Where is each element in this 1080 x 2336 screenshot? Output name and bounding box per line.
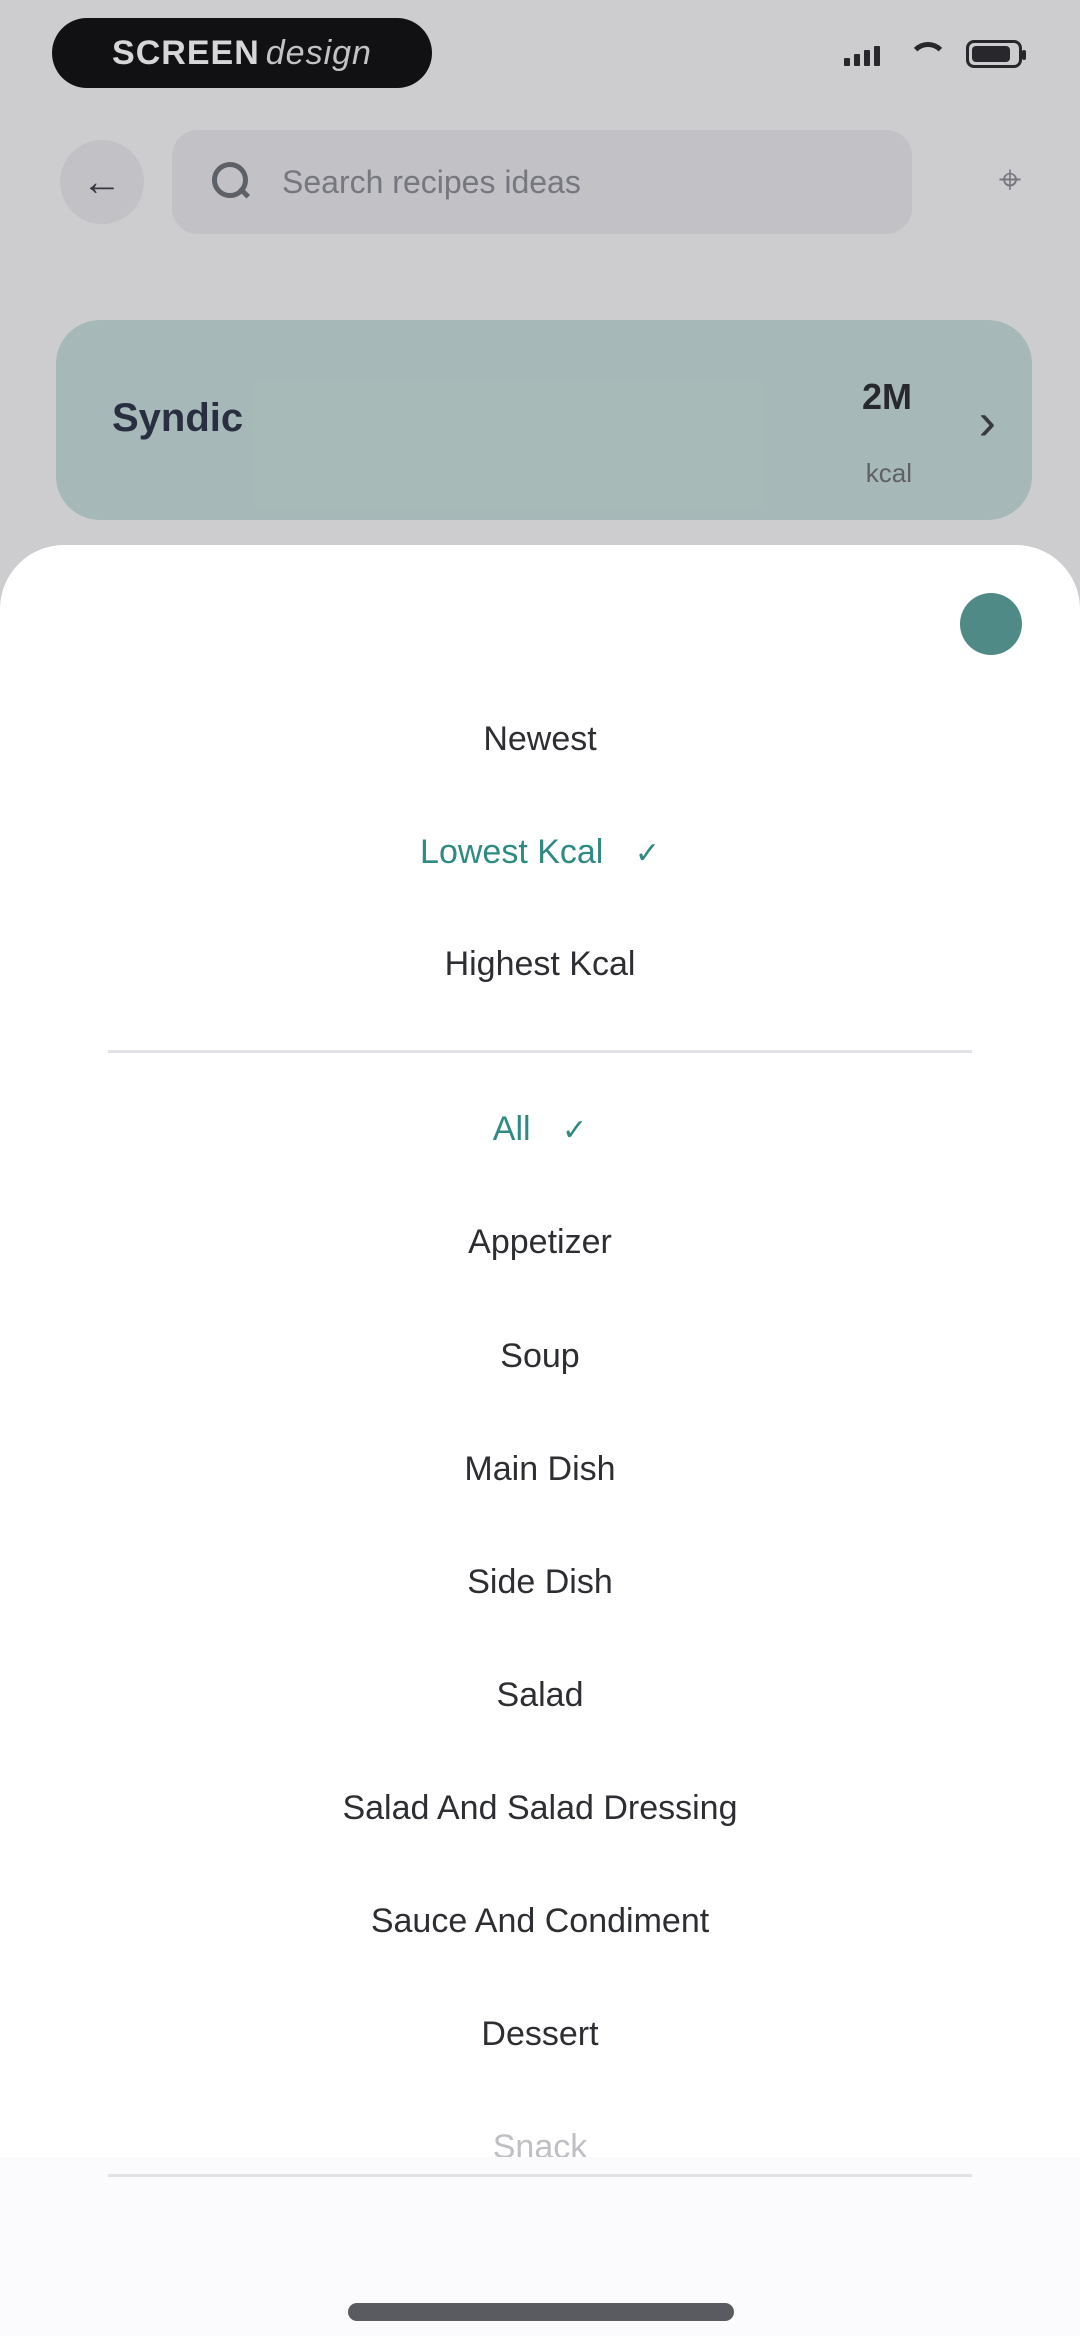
option-label: Newest xyxy=(483,720,597,758)
sort-option-lowest-kcal[interactable]: Lowest Kcal ✓ xyxy=(0,833,1080,872)
option-label: Soup xyxy=(500,1337,580,1375)
category-option-appetizer[interactable]: Appetizer xyxy=(0,1223,1080,1262)
category-option-main-dish[interactable]: Main Dish xyxy=(0,1450,1080,1489)
option-label: Salad And Salad Dressing xyxy=(342,1789,738,1827)
sort-option-newest[interactable]: Newest xyxy=(0,720,1080,759)
close-icon[interactable] xyxy=(960,593,1022,655)
option-label: All xyxy=(492,1110,531,1148)
option-label: Appetizer xyxy=(468,1223,612,1261)
divider xyxy=(108,1050,972,1053)
option-label: Side Dish xyxy=(467,1563,613,1601)
option-label: Highest Kcal xyxy=(444,945,636,983)
category-option-salad-and-salad-dressing[interactable]: Salad And Salad Dressing xyxy=(0,1789,1080,1828)
option-label: Dessert xyxy=(481,2015,599,2053)
filter-sheet: Newest Lowest Kcal ✓ Highest Kcal All ✓ … xyxy=(0,545,1080,2336)
sort-option-highest-kcal[interactable]: Highest Kcal xyxy=(0,945,1080,984)
checkmark-icon: ✓ xyxy=(634,837,660,870)
category-option-sauce-and-condiment[interactable]: Sauce And Condiment xyxy=(0,1902,1080,1941)
checkmark-icon: ✓ xyxy=(562,1114,588,1147)
option-label: Lowest Kcal xyxy=(420,833,604,871)
category-option-all[interactable]: All ✓ xyxy=(0,1110,1080,1149)
category-option-side-dish[interactable]: Side Dish xyxy=(0,1563,1080,1602)
home-indicator[interactable] xyxy=(348,2303,734,2321)
divider xyxy=(108,2174,972,2177)
option-label: Main Dish xyxy=(464,1450,616,1488)
option-label: Salad xyxy=(496,1676,584,1714)
category-option-dessert[interactable]: Dessert xyxy=(0,2015,1080,2054)
category-option-soup[interactable]: Soup xyxy=(0,1337,1080,1376)
option-label: Sauce And Condiment xyxy=(370,1902,710,1940)
category-option-salad[interactable]: Salad xyxy=(0,1676,1080,1715)
